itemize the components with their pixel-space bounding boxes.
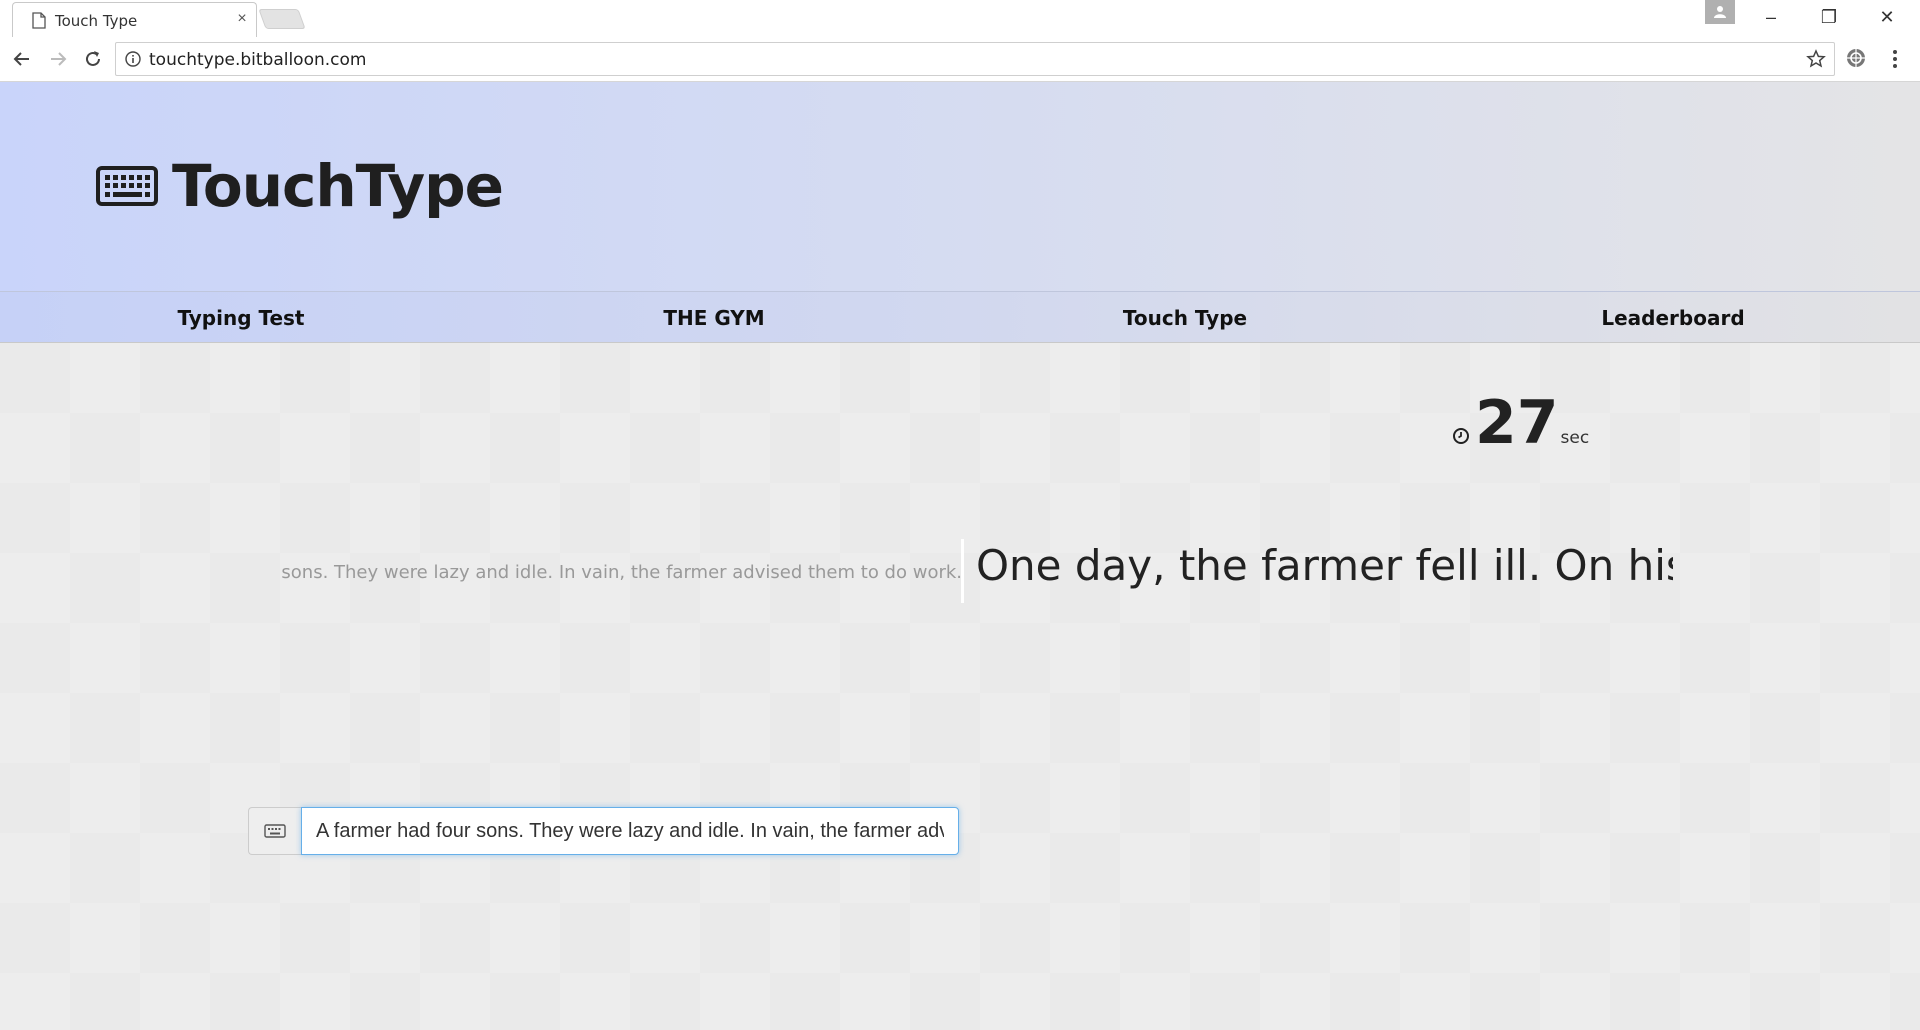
- arrow-left-icon: [13, 52, 29, 66]
- nav-touch-type[interactable]: Touch Type: [985, 292, 1385, 344]
- address-bar[interactable]: touchtype.bitballoon.com: [115, 42, 1835, 76]
- browser-tab[interactable]: Touch Type ×: [12, 2, 257, 37]
- info-icon[interactable]: [125, 51, 141, 67]
- tab-title: Touch Type: [55, 12, 138, 30]
- upcoming-passage: One day, the farmer fell ill. On his de: [976, 541, 1673, 590]
- keyboard-icon: [264, 824, 286, 838]
- clock-icon: [1453, 428, 1469, 444]
- input-addon: [248, 807, 301, 855]
- url-text: touchtype.bitballoon.com: [149, 50, 367, 70]
- back-button[interactable]: [8, 45, 36, 73]
- arrow-right-icon: [51, 52, 67, 66]
- typing-input[interactable]: [301, 807, 959, 855]
- browser-toolbar: touchtype.bitballoon.com: [0, 37, 1920, 82]
- close-window-button[interactable]: ✕: [1858, 0, 1916, 34]
- page: TouchType Typing Test THE GYM Touch Type…: [0, 82, 1920, 1030]
- kebab-menu-icon[interactable]: [1885, 47, 1905, 71]
- tab-close-icon[interactable]: ×: [233, 10, 251, 28]
- timer-unit: sec: [1560, 428, 1590, 448]
- person-icon: [1714, 6, 1726, 18]
- typed-passage: sons. They were lazy and idle. In vain, …: [281, 562, 962, 583]
- site-header: TouchType: [0, 82, 1920, 291]
- page-icon: [32, 12, 46, 29]
- nav-typing-test[interactable]: Typing Test: [41, 292, 441, 344]
- nav-leaderboard[interactable]: Leaderboard: [1473, 292, 1873, 344]
- typing-area: 27 sec sons. They were lazy and idle. In…: [0, 343, 1920, 1030]
- site-logo[interactable]: TouchType: [96, 146, 504, 226]
- site-title: TouchType: [172, 152, 504, 220]
- minimize-button[interactable]: –: [1742, 0, 1800, 34]
- countdown-timer: 27 sec: [1452, 391, 1589, 455]
- nav-the-gym[interactable]: THE GYM: [514, 292, 914, 344]
- text-caret: [961, 539, 964, 603]
- browser-tabstrip: Touch Type × – ❐ ✕: [0, 0, 1920, 37]
- star-icon[interactable]: [1806, 49, 1826, 69]
- reload-button[interactable]: [79, 45, 107, 73]
- keyboard-icon: [96, 166, 158, 206]
- profile-button[interactable]: [1705, 0, 1735, 24]
- forward-button[interactable]: [44, 45, 72, 73]
- restore-button[interactable]: ❐: [1800, 0, 1858, 34]
- typing-input-group: [248, 807, 959, 855]
- timer-value: 27: [1475, 388, 1559, 458]
- extension-icon[interactable]: [1845, 47, 1867, 69]
- reload-icon: [86, 51, 100, 66]
- new-tab-button[interactable]: [258, 9, 306, 29]
- background-pattern: [0, 343, 1920, 1030]
- main-nav: Typing Test THE GYM Touch Type Leaderboa…: [0, 291, 1920, 343]
